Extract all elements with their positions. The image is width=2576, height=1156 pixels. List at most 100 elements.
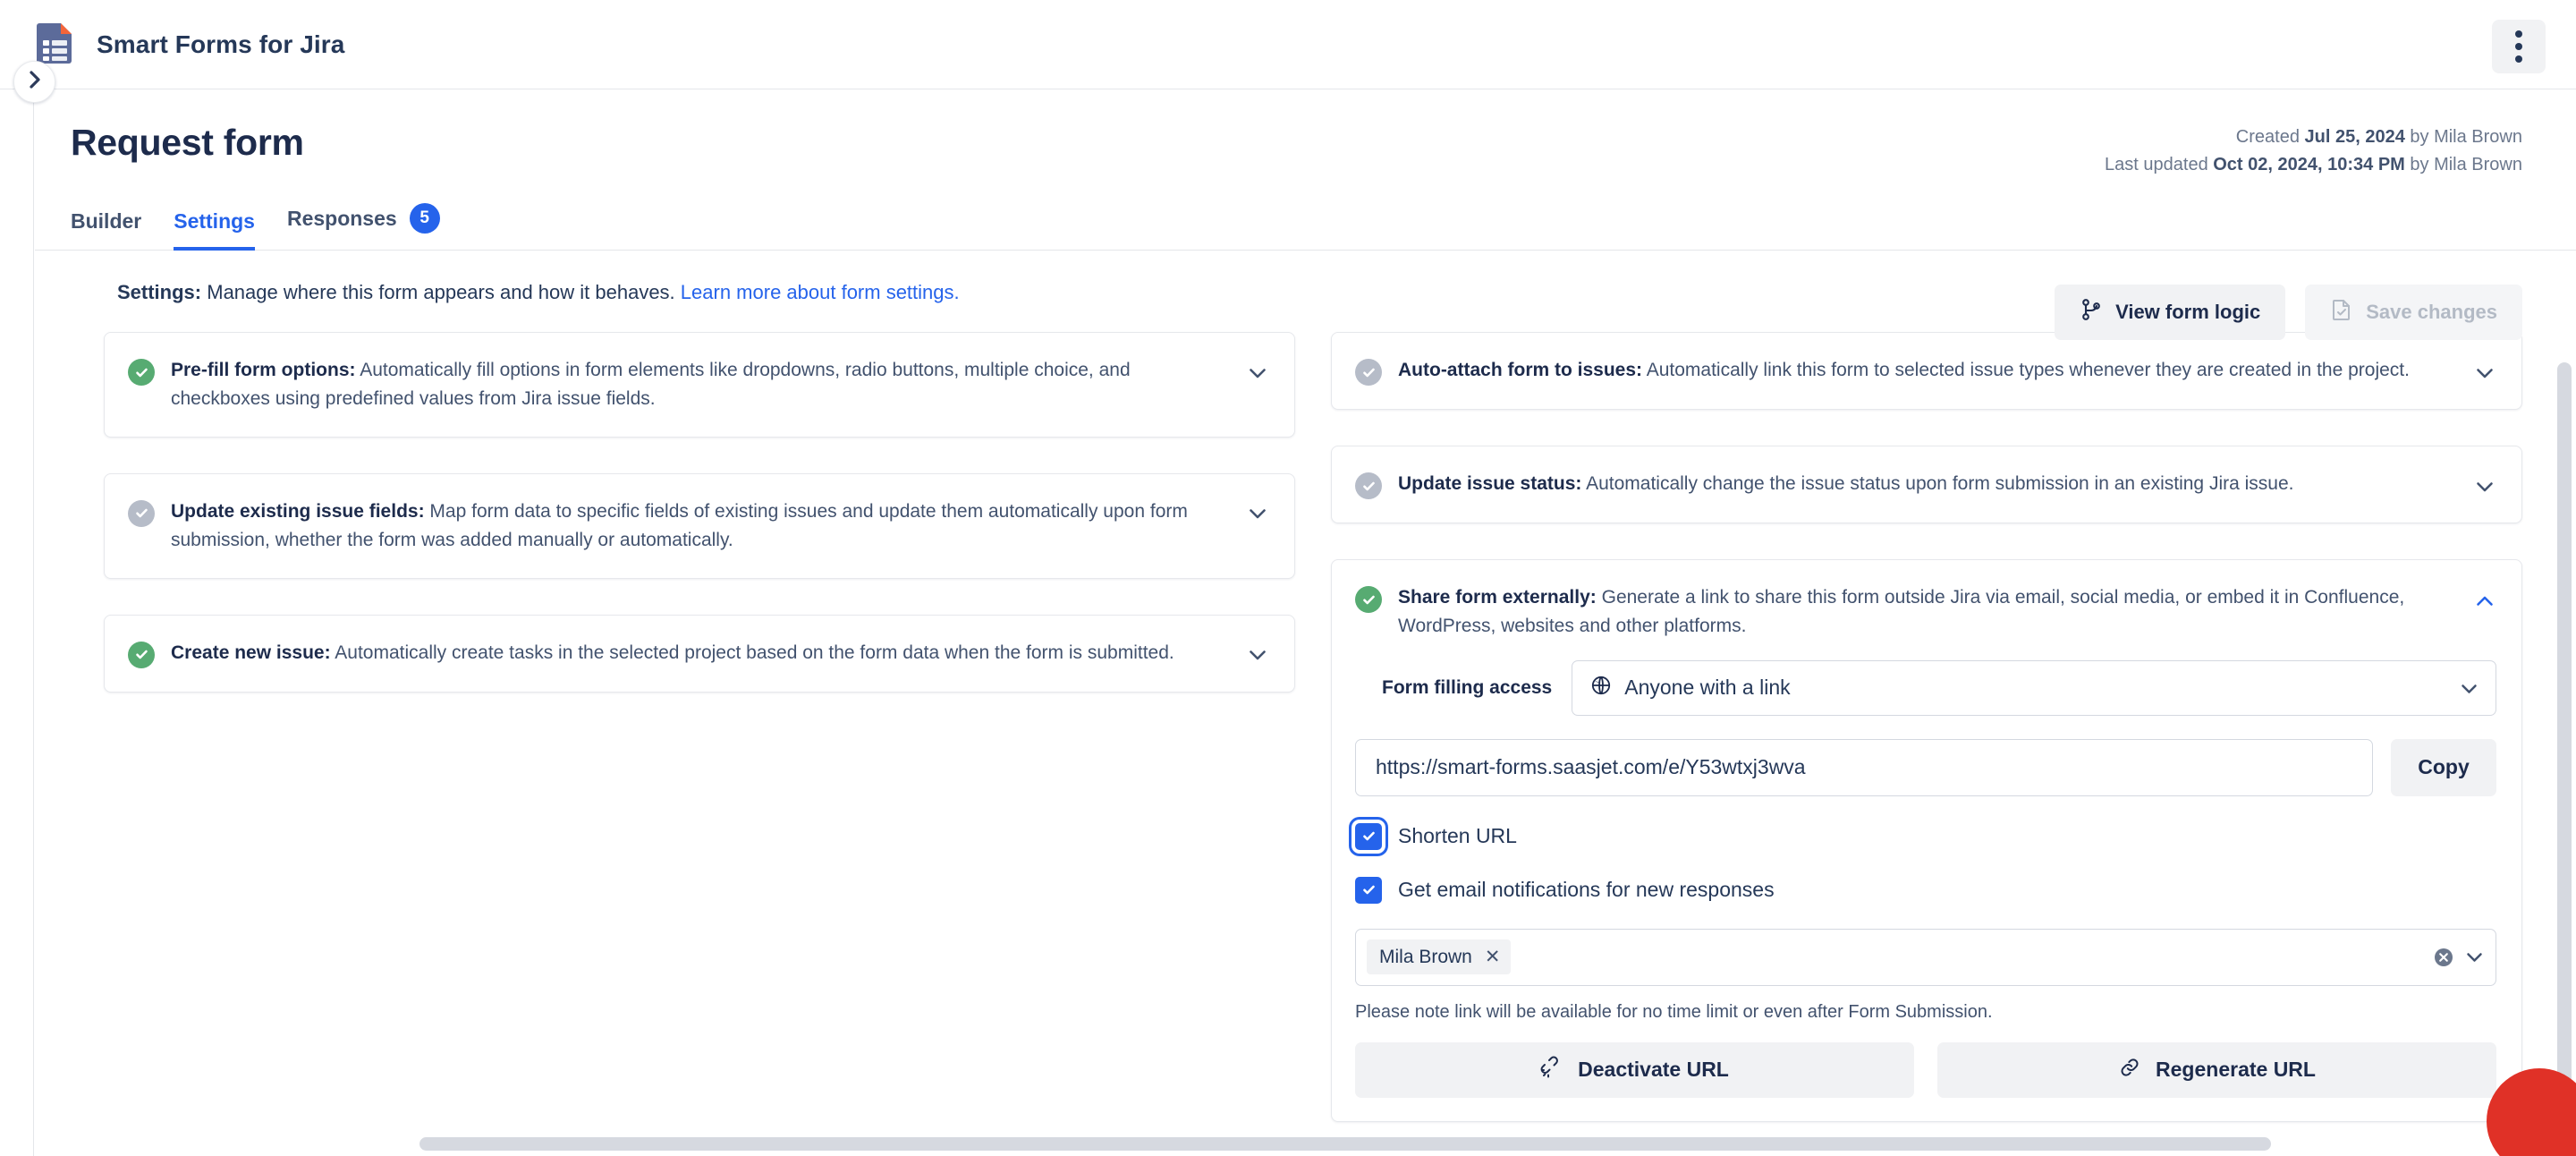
sidebar-rail	[0, 89, 34, 1156]
updated-meta: Last updated Oct 02, 2024, 10:34 PM by M…	[2105, 151, 2522, 179]
status-check-icon	[1355, 472, 1382, 499]
updated-by: by Mila Brown	[2410, 155, 2522, 174]
updated-date: Oct 02, 2024, 10:34 PM	[2213, 155, 2405, 174]
card-title: Pre-fill form options:	[171, 360, 356, 380]
sidebar-expand-button[interactable]	[13, 61, 55, 103]
card-description: Automatically create tasks in the select…	[335, 642, 1174, 663]
form-filling-access-label: Form filling access	[1382, 677, 1552, 699]
status-check-icon	[128, 642, 155, 668]
card-update-existing-issue-fields[interactable]: Update existing issue fields: Map form d…	[104, 473, 1295, 579]
globe-icon	[1590, 675, 1612, 701]
share-url-row: Copy	[1355, 739, 2496, 796]
form-filling-access-select[interactable]: Anyone with a link	[1572, 660, 2496, 716]
deactivate-url-button[interactable]: Deactivate URL	[1355, 1042, 1914, 1098]
chevron-down-icon[interactable]	[1246, 644, 1269, 667]
created-prefix: Created	[2236, 127, 2300, 147]
vertical-scrollbar[interactable]	[2557, 362, 2572, 1156]
share-form-panel: Form filling access Anyone with a link	[1355, 641, 2496, 1098]
more-options-button[interactable]	[2492, 20, 2546, 73]
chevron-down-icon[interactable]	[2473, 475, 2496, 498]
card-description: Automatically change the issue status up…	[1586, 473, 2293, 494]
page-content: Request form Created Jul 25, 2024 by Mil…	[35, 89, 2576, 1156]
form-document-icon	[36, 21, 75, 68]
form-filling-access-value: Anyone with a link	[1624, 676, 2448, 700]
updated-prefix: Last updated	[2105, 155, 2208, 174]
chevron-right-icon	[28, 70, 42, 94]
tab-bar: Builder Settings Responses 5	[71, 194, 2576, 250]
status-check-icon	[1355, 359, 1382, 386]
card-update-issue-status[interactable]: Update issue status: Automatically chang…	[1331, 446, 2522, 523]
shorten-url-label: Shorten URL	[1398, 824, 1517, 848]
link-availability-note: Please note link will be available for n…	[1355, 1002, 2496, 1023]
regenerate-url-label: Regenerate URL	[2156, 1058, 2316, 1082]
card-title: Create new issue:	[171, 642, 331, 663]
email-notifications-label: Get email notifications for new response…	[1398, 878, 1775, 902]
created-date: Jul 25, 2024	[2305, 127, 2405, 147]
chevron-down-icon[interactable]	[2466, 952, 2483, 963]
regenerate-url-button[interactable]: Regenerate URL	[1937, 1042, 2496, 1098]
save-changes-label: Save changes	[2366, 301, 2497, 324]
learn-more-link[interactable]: Learn more about form settings.	[681, 281, 960, 303]
save-changes-button[interactable]: Save changes	[2305, 285, 2522, 340]
tab-builder[interactable]: Builder	[71, 209, 141, 251]
status-check-icon	[128, 500, 155, 527]
horizontal-scrollbar[interactable]	[419, 1137, 2271, 1151]
view-form-logic-label: View form logic	[2115, 301, 2260, 324]
notification-recipients-select[interactable]: Mila Brown ✕	[1355, 929, 2496, 986]
created-meta: Created Jul 25, 2024 by Mila Brown	[2105, 123, 2522, 151]
tab-builder-label: Builder	[71, 209, 141, 234]
copy-url-button[interactable]: Copy	[2391, 739, 2496, 796]
card-title: Auto-attach form to issues:	[1398, 360, 1642, 380]
chevron-down-icon[interactable]	[1246, 503, 1269, 526]
card-title: Update existing issue fields:	[171, 501, 425, 522]
form-filling-access-row: Form filling access Anyone with a link	[1355, 660, 2496, 716]
recipient-chip: Mila Brown ✕	[1367, 939, 1511, 974]
status-check-icon	[128, 359, 155, 386]
link-icon	[2118, 1056, 2141, 1084]
app-title: Smart Forms for Jira	[97, 30, 344, 59]
settings-column-left: Pre-fill form options: Automatically fil…	[104, 332, 1295, 693]
card-prefill-form-options[interactable]: Pre-fill form options: Automatically fil…	[104, 332, 1295, 438]
card-title: Update issue status:	[1398, 473, 1581, 494]
page-header: Request form Created Jul 25, 2024 by Mil…	[35, 89, 2576, 164]
settings-intro-bold: Settings:	[117, 281, 201, 303]
more-vertical-icon-dot2	[2515, 43, 2522, 50]
created-by: by Mila Brown	[2410, 127, 2522, 147]
broken-link-icon	[1540, 1056, 1563, 1084]
tab-responses-label: Responses	[287, 207, 397, 231]
tab-settings[interactable]: Settings	[174, 209, 255, 251]
status-check-icon	[1355, 586, 1382, 613]
more-vertical-icon-dot3	[2515, 55, 2522, 63]
shorten-url-checkbox[interactable]	[1355, 823, 1382, 850]
chevron-down-icon[interactable]	[2461, 676, 2478, 700]
close-icon[interactable]: ✕	[1485, 946, 1501, 968]
app-brand: Smart Forms for Jira	[36, 21, 344, 68]
responses-count-badge: 5	[410, 203, 440, 234]
view-form-logic-button[interactable]: View form logic	[2055, 285, 2285, 340]
tab-settings-label: Settings	[174, 209, 255, 234]
form-metadata: Created Jul 25, 2024 by Mila Brown Last …	[2105, 123, 2522, 179]
card-create-new-issue[interactable]: Create new issue: Automatically create t…	[104, 615, 1295, 693]
settings-intro-text: Manage where this form appears and how i…	[207, 281, 674, 303]
shorten-url-row: Shorten URL	[1355, 823, 2496, 850]
recipient-chip-label: Mila Brown	[1379, 947, 1472, 968]
chevron-up-icon[interactable]	[2473, 589, 2496, 612]
deactivate-url-label: Deactivate URL	[1578, 1058, 1729, 1082]
email-notifications-row: Get email notifications for new response…	[1355, 877, 2496, 904]
settings-grid: Pre-fill form options: Automatically fil…	[35, 307, 2576, 1156]
email-notifications-checkbox[interactable]	[1355, 877, 1382, 904]
header-actions: View form logic Save changes	[2055, 285, 2522, 340]
app-bar: Smart Forms for Jira	[0, 0, 2576, 89]
chevron-down-icon[interactable]	[2473, 361, 2496, 385]
branch-icon	[2080, 298, 2103, 327]
document-check-icon	[2330, 298, 2353, 327]
card-description: Automatically link this form to selected…	[1647, 360, 2410, 380]
card-share-form-externally: Share form externally: Generate a link t…	[1331, 559, 2522, 1122]
tab-responses[interactable]: Responses 5	[287, 203, 440, 251]
url-action-buttons: Deactivate URL Regenerate URL	[1355, 1042, 2496, 1098]
card-auto-attach-form-to-issues[interactable]: Auto-attach form to issues: Automaticall…	[1331, 332, 2522, 410]
chevron-down-icon[interactable]	[1246, 361, 1269, 385]
clear-circle-icon[interactable]	[2432, 946, 2455, 969]
more-vertical-icon	[2515, 30, 2522, 38]
share-url-input[interactable]	[1355, 739, 2373, 796]
